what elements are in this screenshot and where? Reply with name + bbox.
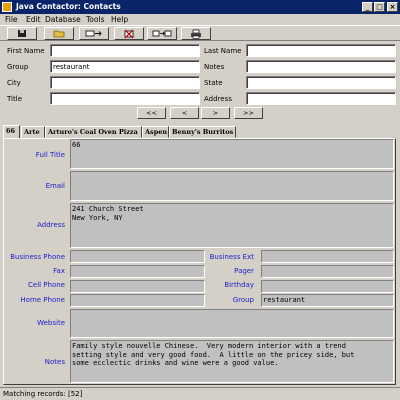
save-button[interactable] (7, 27, 37, 40)
full-title-value: 66 (70, 139, 394, 169)
business-ext-value (261, 250, 394, 263)
fax-label: Fax (53, 267, 65, 275)
business-phone-label: Business Phone (10, 253, 65, 261)
address-value: 241 Church Street New York, NY (70, 203, 394, 248)
toolbar (0, 25, 400, 41)
contact-detail-panel: Full Title 66 Email Address 241 Church S… (3, 138, 396, 385)
window-title: Java Contactor: Contacts (16, 2, 121, 11)
home-phone-label: Home Phone (20, 296, 65, 304)
cell-phone-label: Cell Phone (28, 281, 65, 289)
pager-label: Pager (234, 267, 254, 275)
email-value (70, 171, 394, 201)
menu-database[interactable]: Database (45, 15, 81, 24)
group-detail-label: Group (232, 296, 254, 304)
group-label: Group (7, 63, 29, 71)
menu-edit[interactable]: Edit (26, 15, 41, 24)
status-bar: Matching records: [52] (0, 387, 400, 400)
cell-phone-value (70, 280, 205, 293)
save-icon (18, 30, 26, 37)
notes-input[interactable] (246, 60, 396, 73)
pager-value (261, 265, 394, 278)
address-detail-label: Address (37, 221, 65, 229)
business-ext-label: Business Ext (209, 253, 254, 261)
city-label: City (7, 79, 21, 87)
merge-records-button[interactable] (147, 27, 177, 40)
website-value (70, 309, 394, 338)
print-icon (191, 29, 201, 39)
state-label: State (204, 79, 223, 87)
notes-detail-label: Notes (44, 358, 65, 366)
title-label: Title (7, 95, 23, 103)
first-name-input[interactable] (50, 44, 200, 57)
next-record-button[interactable]: > (201, 107, 230, 119)
previous-record-button[interactable]: < (170, 107, 199, 119)
close-button[interactable]: × (387, 2, 398, 12)
tab-66[interactable]: 66 (3, 125, 20, 139)
print-button[interactable] (181, 27, 211, 40)
first-name-label: First Name (7, 47, 45, 55)
birthday-label: Birthday (224, 281, 254, 289)
tab-aspen[interactable]: Aspen (142, 126, 169, 138)
tab-bennys-burritos[interactable]: Benny's Burritos (169, 126, 236, 138)
open-folder-icon (53, 30, 65, 38)
address-label: Address (204, 95, 232, 103)
home-phone-value (70, 294, 205, 307)
maximize-button[interactable]: □ (374, 2, 385, 12)
app-icon (2, 2, 12, 12)
group-value: restaurant (261, 294, 394, 307)
website-label: Website (37, 319, 65, 327)
business-phone-value (70, 250, 205, 263)
title-bar: Java Contactor: Contacts _ □ × (0, 0, 400, 14)
notes-label: Notes (204, 63, 225, 71)
state-input[interactable] (246, 76, 396, 89)
minimize-button[interactable]: _ (362, 2, 373, 12)
delete-record-icon (124, 29, 134, 38)
notes-value: Family style nouvelle Chinese. Very mode… (70, 340, 394, 383)
open-button[interactable] (44, 27, 74, 40)
add-record-icon (85, 30, 102, 37)
last-name-input[interactable] (246, 44, 396, 57)
tab-arte[interactable]: Arte (21, 126, 45, 138)
last-record-button[interactable]: >> (234, 107, 263, 119)
delete-record-button[interactable] (114, 27, 144, 40)
menu-help[interactable]: Help (111, 15, 128, 24)
title-input[interactable] (50, 92, 200, 105)
add-record-button[interactable] (79, 27, 109, 40)
birthday-value (261, 280, 394, 293)
menu-tools[interactable]: Tools (86, 15, 104, 24)
city-input[interactable] (50, 76, 200, 89)
fax-value (70, 265, 205, 278)
merge-records-icon (152, 30, 172, 37)
group-input[interactable]: restaurant (50, 60, 200, 73)
full-title-label: Full Title (35, 151, 65, 159)
first-record-button[interactable]: << (137, 107, 166, 119)
email-label: Email (45, 182, 65, 190)
menu-file[interactable]: File (5, 15, 18, 24)
menu-bar: File Edit Database Tools Help (0, 14, 400, 25)
tab-arturos-coal-oven-pizza[interactable]: Arturo's Coal Oven Pizza (45, 126, 142, 138)
address-input[interactable] (246, 92, 396, 105)
last-name-label: Last Name (204, 47, 242, 55)
